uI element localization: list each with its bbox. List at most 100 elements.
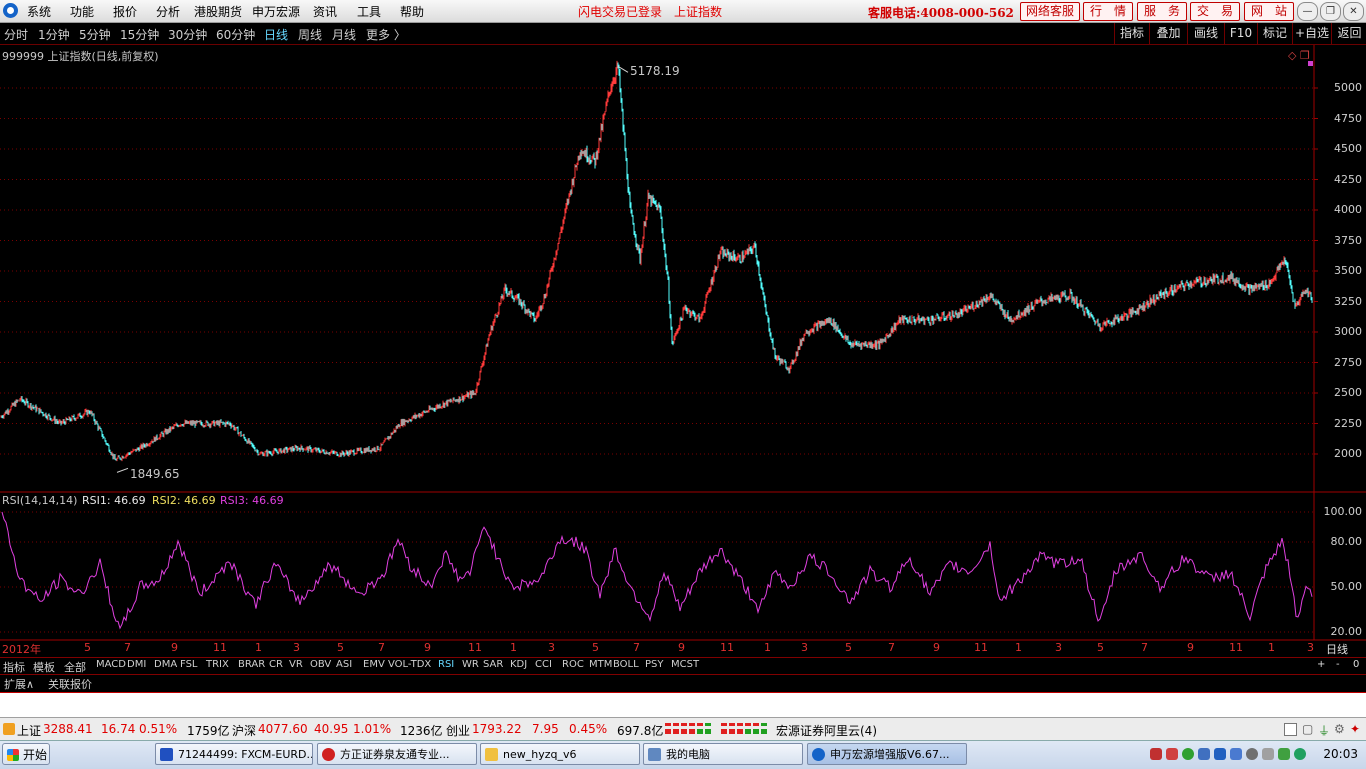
settings-icon[interactable]: ⚙ bbox=[1334, 722, 1345, 736]
menu-function[interactable]: 功能 bbox=[70, 3, 94, 20]
tray-input-icon[interactable] bbox=[1262, 748, 1274, 760]
restore-icon[interactable]: ❐ bbox=[1320, 2, 1341, 21]
service-button[interactable]: 服 务 bbox=[1137, 2, 1187, 21]
indicator-tab-vol-tdx[interactable]: VOL-TDX bbox=[388, 659, 431, 670]
task-swhy[interactable]: 申万宏源增强版V6.67... bbox=[807, 743, 967, 765]
period-60min[interactable]: 60分钟 bbox=[216, 26, 255, 43]
period-30min[interactable]: 30分钟 bbox=[168, 26, 207, 43]
flash-trade-index[interactable]: 上证指数 bbox=[674, 3, 722, 20]
indicator-tab-psy[interactable]: PSY bbox=[645, 659, 664, 670]
indicator-tab-cci[interactable]: CCI bbox=[535, 659, 552, 670]
lock-icon[interactable]: ▢ bbox=[1302, 722, 1313, 736]
add-window-icon[interactable]: + bbox=[1317, 659, 1325, 670]
indicator-tab-macd[interactable]: MACD bbox=[96, 659, 126, 670]
tool-back[interactable]: 返回 bbox=[1331, 23, 1366, 44]
trade-button[interactable]: 交 易 bbox=[1190, 2, 1240, 21]
indicator-tab-emv[interactable]: EMV bbox=[363, 659, 385, 670]
tray-volume-icon[interactable] bbox=[1246, 748, 1258, 760]
x-axis-month: 1 bbox=[764, 641, 771, 654]
main-y-tick: 4750 bbox=[1334, 111, 1362, 125]
period-5min[interactable]: 5分钟 bbox=[79, 26, 111, 43]
task-founder[interactable]: 方正证券泉友通专业... bbox=[317, 743, 477, 765]
x-axis-month: 7 bbox=[633, 641, 640, 654]
tray-security-icon[interactable] bbox=[1198, 748, 1210, 760]
x-axis-month: 7 bbox=[888, 641, 895, 654]
menu-tools[interactable]: 工具 bbox=[357, 3, 381, 20]
market-button[interactable]: 行 情 bbox=[1083, 2, 1133, 21]
tray-qq-icon[interactable] bbox=[1214, 748, 1226, 760]
indicator-tab-kdj[interactable]: KDJ bbox=[510, 659, 527, 670]
indicator-tab-boll[interactable]: BOLL bbox=[613, 659, 639, 670]
menu-help[interactable]: 帮助 bbox=[400, 3, 424, 20]
kline-chart[interactable]: ◇ ❐ bbox=[0, 45, 1366, 657]
period-1min[interactable]: 1分钟 bbox=[38, 26, 70, 43]
period-tick[interactable]: 分时 bbox=[4, 26, 28, 43]
tray-ie-icon[interactable] bbox=[1182, 748, 1194, 760]
website-button[interactable]: 网 站 bbox=[1244, 2, 1294, 21]
status-menu-icon[interactable] bbox=[3, 723, 15, 735]
tray-bluetooth-icon[interactable] bbox=[1230, 748, 1242, 760]
indicator-tab-obv[interactable]: OBV bbox=[310, 659, 331, 670]
menu-hk-futures[interactable]: 港股期货 bbox=[194, 3, 242, 20]
indicator-tab-mtm[interactable]: MTM bbox=[589, 659, 612, 670]
expand-tab[interactable]: 扩展∧ bbox=[4, 676, 34, 692]
period-more[interactable]: 更多 〉 bbox=[366, 26, 406, 43]
online-service-button[interactable]: 网络客服 bbox=[1020, 2, 1080, 21]
task-folder[interactable]: new_hyzq_v6 bbox=[480, 743, 640, 765]
indicator-tab-mcst[interactable]: MCST bbox=[671, 659, 699, 670]
menu-quote[interactable]: 报价 bbox=[113, 3, 137, 20]
indicator-tab-roc[interactable]: ROC bbox=[562, 659, 584, 670]
tray-sync-icon[interactable] bbox=[1294, 748, 1306, 760]
indicator-tab-dmi[interactable]: DMI bbox=[127, 659, 146, 670]
chart-toggle-icon[interactable]: ◇ ❐ bbox=[1288, 49, 1310, 62]
remove-window-icon[interactable]: - bbox=[1336, 659, 1340, 670]
indicator-tab-wr[interactable]: WR bbox=[462, 659, 479, 670]
window-mode-icon[interactable] bbox=[1284, 723, 1297, 736]
tool-add-watchlist[interactable]: +自选 bbox=[1292, 23, 1331, 44]
period-weekly[interactable]: 周线 bbox=[298, 26, 322, 43]
indicator-tab-dma[interactable]: DMA bbox=[154, 659, 177, 670]
indicator-tab-rsi[interactable]: RSI bbox=[438, 659, 454, 670]
indicator-tab-sar[interactable]: SAR bbox=[483, 659, 503, 670]
related-quote-tab[interactable]: 关联报价 bbox=[48, 676, 92, 692]
indicator-tab-fsl[interactable]: FSL bbox=[180, 659, 198, 670]
main-y-tick: 2250 bbox=[1334, 416, 1362, 430]
menu-system[interactable]: 系统 bbox=[27, 3, 51, 20]
indicator-tab-全部[interactable]: 全部 bbox=[64, 659, 86, 675]
indicator-tab-模板[interactable]: 模板 bbox=[33, 659, 55, 675]
app-logo-icon[interactable] bbox=[3, 3, 18, 18]
period-15min[interactable]: 15分钟 bbox=[120, 26, 159, 43]
menu-analysis[interactable]: 分析 bbox=[156, 3, 180, 20]
tool-draw[interactable]: 画线 bbox=[1187, 23, 1224, 44]
menu-swhy[interactable]: 申万宏源 bbox=[252, 3, 300, 20]
hs-label: 沪深 bbox=[232, 724, 257, 738]
tool-indicator[interactable]: 指标 bbox=[1114, 23, 1149, 44]
indicator-tab-指标[interactable]: 指标 bbox=[3, 659, 25, 675]
menu-news[interactable]: 资讯 bbox=[313, 3, 337, 20]
tray-app-icon[interactable] bbox=[1166, 748, 1178, 760]
indicator-tab-cr[interactable]: CR bbox=[269, 659, 283, 670]
rsi2-value: RSI2: 46.69 bbox=[152, 494, 216, 507]
task-swhy-label: 申万宏源增强版V6.67... bbox=[830, 748, 950, 761]
reset-window-icon[interactable]: 0 bbox=[1353, 659, 1359, 670]
tool-f10[interactable]: F10 bbox=[1224, 23, 1257, 44]
tool-mark[interactable]: 标记 bbox=[1257, 23, 1292, 44]
tray-update-icon[interactable] bbox=[1278, 748, 1290, 760]
server-name[interactable]: 宏源证券阿里云(4) bbox=[776, 722, 877, 739]
flash-trade-status[interactable]: 闪电交易已登录 bbox=[578, 3, 662, 20]
start-button[interactable]: 开始 bbox=[2, 743, 50, 765]
task-fxcm[interactable]: 71244499: FXCM-EURD... bbox=[155, 743, 313, 765]
indicator-tab-brar[interactable]: BRAR bbox=[238, 659, 265, 670]
close-icon[interactable]: ✕ bbox=[1343, 2, 1364, 21]
tray-network-icon[interactable] bbox=[1150, 748, 1162, 760]
minimize-icon[interactable]: — bbox=[1297, 2, 1318, 21]
indicator-tab-asi[interactable]: ASI bbox=[336, 659, 352, 670]
period-monthly[interactable]: 月线 bbox=[332, 26, 356, 43]
indicator-tab-trix[interactable]: TRIX bbox=[206, 659, 229, 670]
task-my-computer[interactable]: 我的电脑 bbox=[643, 743, 803, 765]
period-daily[interactable]: 日线 bbox=[264, 26, 288, 43]
alert-icon[interactable]: ✦ bbox=[1350, 722, 1360, 736]
tool-overlay[interactable]: 叠加 bbox=[1149, 23, 1187, 44]
chart-area[interactable]: ◇ ❐ 999999 上证指数(日线,前复权) 5178.19 1849.65 … bbox=[0, 45, 1366, 657]
indicator-tab-vr[interactable]: VR bbox=[289, 659, 303, 670]
